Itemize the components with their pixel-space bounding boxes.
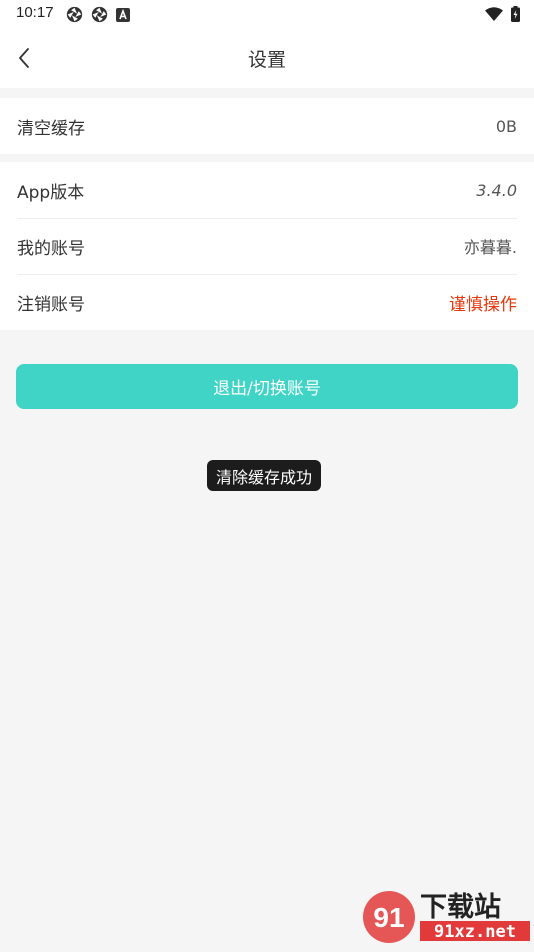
- status-system-icons: [485, 6, 520, 22]
- delete-account-warning: 谨慎操作: [449, 294, 517, 315]
- account-name-value: 亦暮暮.: [463, 238, 517, 257]
- toast-message: 清除缓存成功: [207, 460, 322, 491]
- nav-bar: 设置: [0, 28, 534, 88]
- app-version-value: 3.4.0: [476, 180, 517, 200]
- status-bar: 10:17: [0, 0, 534, 28]
- svg-text:91: 91: [373, 902, 404, 933]
- my-account-label: 我的账号: [17, 238, 85, 259]
- page-title: 设置: [247, 49, 286, 71]
- logout-switch-account-button[interactable]: 退出/切换账号: [16, 364, 518, 409]
- cache-section: 清空缓存 0B: [0, 98, 534, 154]
- wifi-icon: [485, 6, 503, 21]
- site-watermark-logo: 91 下载站 91xz.net: [362, 886, 532, 948]
- aperture-icon: [66, 6, 83, 23]
- app-version-label: App版本: [17, 182, 85, 203]
- clear-cache-row[interactable]: 清空缓存 0B: [0, 98, 534, 154]
- svg-text:91xz.net: 91xz.net: [434, 922, 516, 942]
- delete-account-row[interactable]: 注销账号 谨慎操作: [0, 274, 534, 330]
- app-version-row: App版本 3.4.0: [0, 162, 534, 218]
- battery-charging-icon: [511, 6, 520, 22]
- aperture-icon: [91, 6, 108, 23]
- clear-cache-label: 清空缓存: [17, 118, 85, 139]
- status-notification-icons: [66, 6, 130, 23]
- delete-account-label: 注销账号: [17, 294, 85, 315]
- account-info-section: App版本 3.4.0 我的账号 亦暮暮. 注销账号 谨慎操作: [0, 162, 534, 330]
- cache-size-value: 0B: [495, 116, 517, 136]
- my-account-row[interactable]: 我的账号 亦暮暮.: [0, 218, 534, 274]
- watermark-logo-graphic: 91 下载站 91xz.net: [363, 891, 530, 943]
- svg-text:下载站: 下载站: [420, 892, 501, 923]
- a-box-icon: [116, 7, 130, 22]
- status-time: 10:17: [16, 4, 54, 21]
